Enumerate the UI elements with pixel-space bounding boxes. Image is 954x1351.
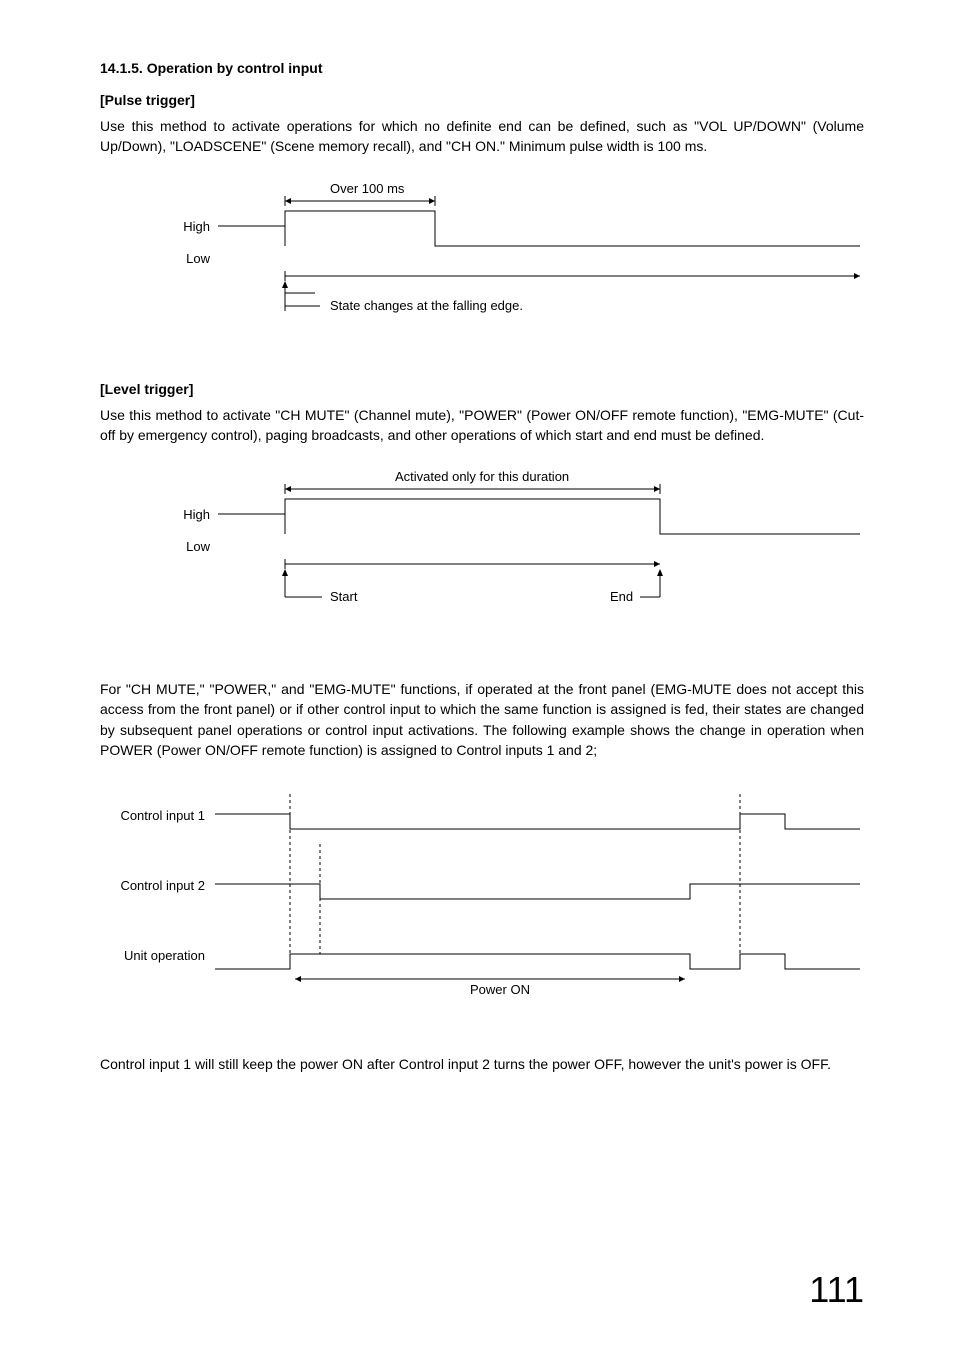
pulse-paragraph: Use this method to activate operations f… bbox=[100, 116, 864, 157]
pulse-heading: [Pulse trigger] bbox=[100, 92, 864, 108]
section-number: 14.1.5. bbox=[100, 60, 143, 76]
closing-paragraph: Control input 1 will still keep the powe… bbox=[100, 1054, 864, 1074]
pulse-diagram: High Low Over 100 ms State changes at th… bbox=[100, 181, 864, 321]
section-heading: 14.1.5. Operation by control input bbox=[100, 60, 864, 76]
section-title: Operation by control input bbox=[147, 60, 323, 76]
level-paragraph: Use this method to activate "CH MUTE" (C… bbox=[100, 405, 864, 446]
example-diagram: Control input 1 Control input 2 Unit ope… bbox=[100, 784, 864, 1014]
page-number: 111 bbox=[809, 1269, 864, 1311]
level-heading: [Level trigger] bbox=[100, 381, 864, 397]
example-paragraph: For "CH MUTE," "POWER," and "EMG-MUTE" f… bbox=[100, 679, 864, 760]
level-diagram: Activated only for this duration High Lo… bbox=[100, 469, 864, 619]
